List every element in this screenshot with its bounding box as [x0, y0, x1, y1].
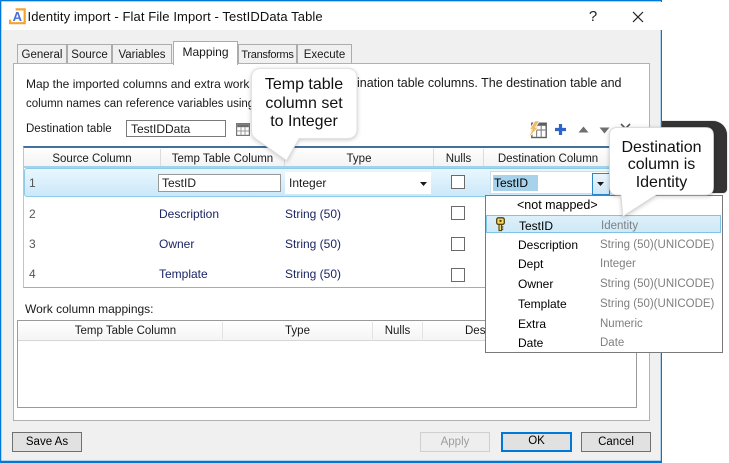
svg-text:A: A [13, 9, 23, 24]
